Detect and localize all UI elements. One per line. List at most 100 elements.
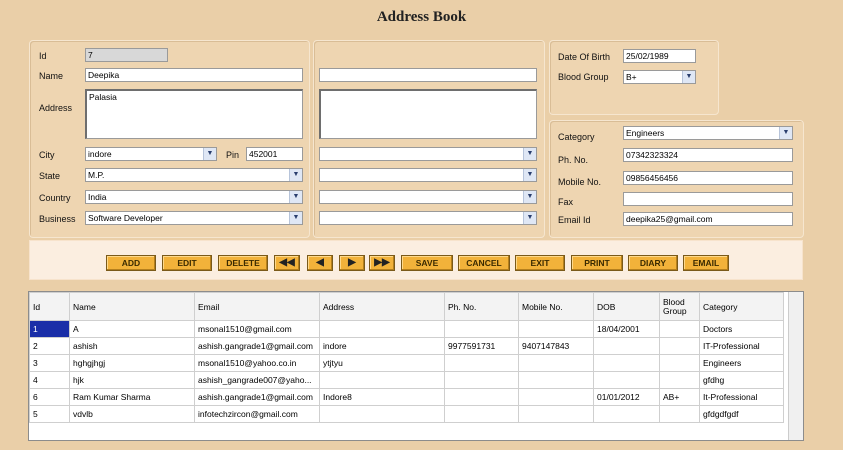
table-row[interactable]: 6 Ram Kumar Sharma ashish.gangrade1@gmai… <box>29 388 784 406</box>
table-cell[interactable]: 01/01/2012 <box>593 388 660 406</box>
table-cell[interactable]: msonal1510@yahoo.co.in <box>194 354 320 372</box>
city2-dropdown[interactable]: ▼ <box>319 147 537 161</box>
table-cell[interactable]: Doctors <box>699 320 784 338</box>
table-cell[interactable] <box>518 371 594 389</box>
column-header[interactable]: Ph. No. <box>444 292 519 321</box>
table-cell[interactable] <box>319 405 445 423</box>
table-cell[interactable]: msonal1510@gmail.com <box>194 320 320 338</box>
fax-field[interactable] <box>623 192 793 206</box>
email-field[interactable]: deepika25@gmail.com <box>623 212 793 226</box>
business-dropdown[interactable]: Software Developer ▼ <box>85 211 303 225</box>
table-cell[interactable] <box>659 405 700 423</box>
previous-record-button[interactable]: ◀ <box>307 255 333 271</box>
state-dropdown[interactable]: M.P. ▼ <box>85 168 303 182</box>
table-cell[interactable]: vdvlb <box>69 405 195 423</box>
table-cell[interactable]: hjk <box>69 371 195 389</box>
table-row[interactable]: 1 A msonal1510@gmail.com 18/04/2001 Doct… <box>29 320 784 338</box>
vertical-scrollbar[interactable] <box>788 292 803 440</box>
table-cell[interactable] <box>593 371 660 389</box>
state2-dropdown[interactable]: ▼ <box>319 168 537 182</box>
table-cell[interactable]: indore <box>319 337 445 355</box>
table-cell[interactable]: 4 <box>29 371 70 389</box>
next-record-button[interactable]: ▶ <box>339 255 365 271</box>
table-cell[interactable]: 6 <box>29 388 70 406</box>
last-record-button[interactable]: ▶▶ <box>369 255 395 271</box>
column-header[interactable]: Address <box>319 292 445 321</box>
table-cell[interactable]: ashish <box>69 337 195 355</box>
column-header[interactable]: Name <box>69 292 195 321</box>
table-cell[interactable] <box>444 354 519 372</box>
table-cell[interactable]: gfdgdfgdf <box>699 405 784 423</box>
country-dropdown[interactable]: India ▼ <box>85 190 303 204</box>
table-cell[interactable]: 9407147843 <box>518 337 594 355</box>
table-cell[interactable] <box>518 388 594 406</box>
table-cell[interactable] <box>444 405 519 423</box>
table-cell[interactable] <box>518 354 594 372</box>
table-cell[interactable]: Ram Kumar Sharma <box>69 388 195 406</box>
country2-dropdown[interactable]: ▼ <box>319 190 537 204</box>
table-cell[interactable] <box>659 354 700 372</box>
pin-field[interactable]: 452001 <box>246 147 303 161</box>
print-button[interactable]: PRINT <box>571 255 623 271</box>
table-row[interactable]: 5 vdvlb infotechzircon@gmail.com gfdgdfg… <box>29 405 784 423</box>
table-cell[interactable]: ytjtyu <box>319 354 445 372</box>
table-row[interactable]: 3 hghgjhgj msonal1510@yahoo.co.in ytjtyu… <box>29 354 784 372</box>
mobile-field[interactable]: 09856456456 <box>623 171 793 185</box>
table-row[interactable]: 4 hjk ashish_gangrade007@yaho... gfdhg <box>29 371 784 389</box>
table-cell[interactable] <box>659 337 700 355</box>
table-cell[interactable] <box>593 354 660 372</box>
phone-field[interactable]: 07342323324 <box>623 148 793 162</box>
table-cell[interactable] <box>593 337 660 355</box>
name2-field[interactable] <box>319 68 537 82</box>
column-header[interactable]: Blood Group <box>659 292 700 321</box>
table-cell[interactable] <box>518 405 594 423</box>
table-cell[interactable] <box>659 320 700 338</box>
table-cell[interactable]: Indore8 <box>319 388 445 406</box>
table-cell[interactable]: hghgjhgj <box>69 354 195 372</box>
save-button[interactable]: SAVE <box>401 255 453 271</box>
address-field[interactable]: Palasia <box>85 89 303 139</box>
table-cell[interactable] <box>444 388 519 406</box>
exit-button[interactable]: EXIT <box>515 255 565 271</box>
table-cell[interactable]: AB+ <box>659 388 700 406</box>
table-cell[interactable]: ashish.gangrade1@gmail.com <box>194 337 320 355</box>
column-header[interactable]: Id <box>29 292 70 321</box>
table-cell[interactable]: A <box>69 320 195 338</box>
table-cell[interactable] <box>319 371 445 389</box>
table-cell[interactable] <box>319 320 445 338</box>
table-cell[interactable] <box>444 320 519 338</box>
business2-dropdown[interactable]: ▼ <box>319 211 537 225</box>
edit-button[interactable]: EDIT <box>162 255 212 271</box>
table-cell[interactable]: infotechzircon@gmail.com <box>194 405 320 423</box>
column-header[interactable]: Mobile No. <box>518 292 594 321</box>
email-button[interactable]: EMAIL <box>683 255 729 271</box>
table-cell[interactable]: 2 <box>29 337 70 355</box>
table-cell[interactable]: gfdhg <box>699 371 784 389</box>
diary-button[interactable]: DIARY <box>628 255 678 271</box>
table-cell[interactable]: 1 <box>29 320 70 338</box>
table-cell[interactable]: 3 <box>29 354 70 372</box>
table-cell[interactable] <box>659 371 700 389</box>
category-dropdown[interactable]: Engineers ▼ <box>623 126 793 140</box>
column-header[interactable]: Email <box>194 292 320 321</box>
table-cell[interactable]: Engineers <box>699 354 784 372</box>
table-row[interactable]: 2 ashish ashish.gangrade1@gmail.com indo… <box>29 337 784 355</box>
name-field[interactable]: Deepika <box>85 68 303 82</box>
table-cell[interactable]: ashish.gangrade1@gmail.com <box>194 388 320 406</box>
table-cell[interactable] <box>444 371 519 389</box>
table-cell[interactable]: ashish_gangrade007@yaho... <box>194 371 320 389</box>
table-cell[interactable]: 18/04/2001 <box>593 320 660 338</box>
cancel-button[interactable]: CANCEL <box>458 255 510 271</box>
column-header[interactable]: DOB <box>593 292 660 321</box>
column-header[interactable]: Category <box>699 292 784 321</box>
table-cell[interactable] <box>593 405 660 423</box>
table-cell[interactable]: IT-Professional <box>699 337 784 355</box>
table-cell[interactable]: 5 <box>29 405 70 423</box>
delete-button[interactable]: DELETE <box>218 255 268 271</box>
table-cell[interactable]: 9977591731 <box>444 337 519 355</box>
first-record-button[interactable]: ◀◀ <box>274 255 300 271</box>
table-cell[interactable]: It-Professional <box>699 388 784 406</box>
blood-group-dropdown[interactable]: B+ ▼ <box>623 70 696 84</box>
city-dropdown[interactable]: indore ▼ <box>85 147 217 161</box>
address2-field[interactable] <box>319 89 537 139</box>
